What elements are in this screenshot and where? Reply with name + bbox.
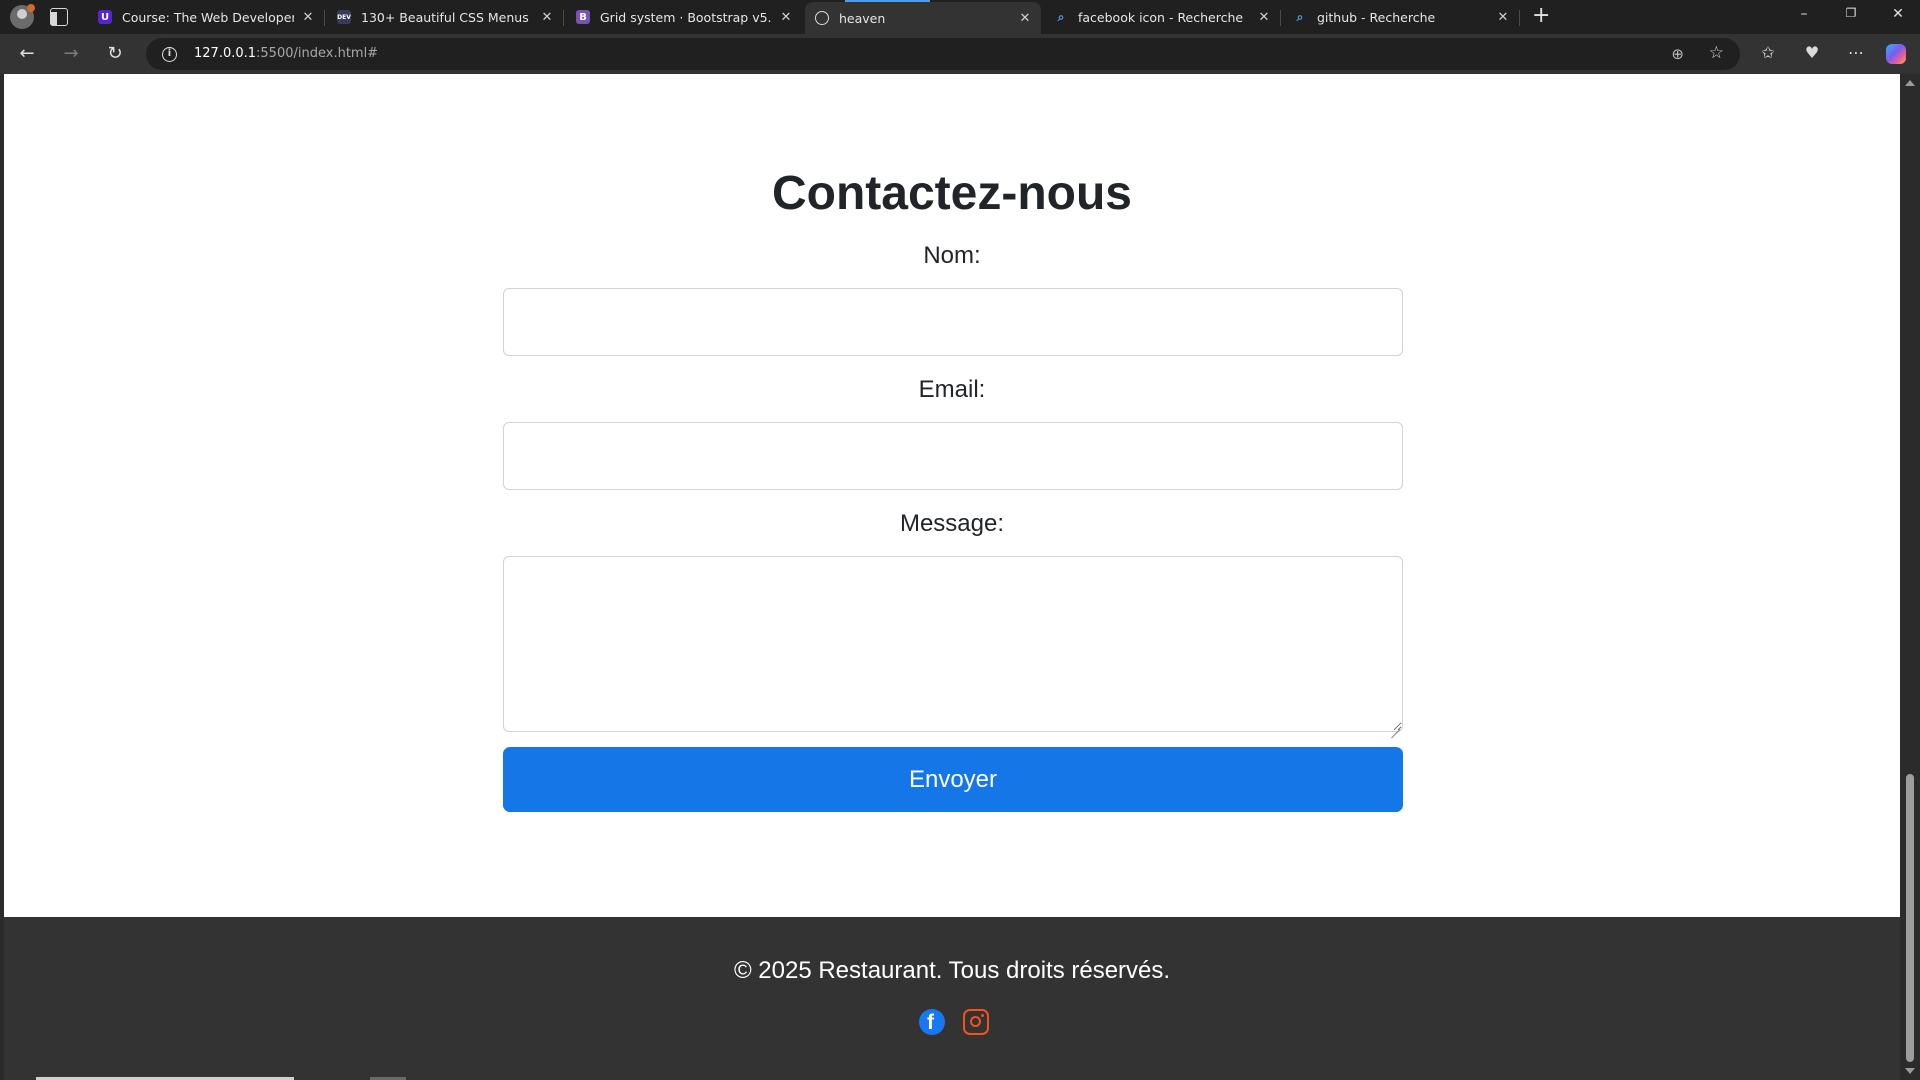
submit-button[interactable]: Envoyer bbox=[503, 747, 1403, 812]
close-icon[interactable]: ✕ bbox=[778, 10, 794, 25]
facebook-icon[interactable]: f bbox=[919, 1009, 945, 1035]
tab-separator bbox=[1519, 10, 1520, 26]
close-icon[interactable]: ✕ bbox=[1256, 10, 1272, 25]
name-input[interactable] bbox=[503, 288, 1403, 356]
tab-title: 130+ Beautiful CSS Menus (Free Code + De… bbox=[361, 9, 533, 25]
tab-bootstrap[interactable]: B Grid system · Bootstrap v5.3 ✕ bbox=[566, 2, 802, 32]
url-host: 127.0.0.1 bbox=[194, 46, 257, 61]
minimize-icon[interactable]: – bbox=[1794, 6, 1814, 22]
message-label: Message: bbox=[899, 510, 1005, 537]
name-label: Nom: bbox=[923, 242, 981, 269]
tab-heaven[interactable]: heaven ✕ bbox=[805, 0, 1041, 34]
message-textarea[interactable] bbox=[503, 556, 1403, 732]
close-icon[interactable]: ✕ bbox=[1017, 11, 1033, 26]
url-text[interactable]: 127.0.0.1:5500/index.html# bbox=[194, 46, 378, 61]
copilot-icon[interactable] bbox=[1886, 44, 1906, 64]
contact-section: Contactez-nous Nom: Email: Message: Envo… bbox=[4, 74, 1900, 917]
restore-icon[interactable]: ❐ bbox=[1841, 6, 1861, 20]
page-scrollbar[interactable] bbox=[1900, 74, 1920, 1080]
more-options-icon[interactable]: ⋯ bbox=[1845, 43, 1867, 62]
tab-facebook-search[interactable]: ⌕ facebook icon - Recherche ✕ bbox=[1044, 2, 1281, 32]
page-viewport: Contactez-nous Nom: Email: Message: Envo… bbox=[0, 74, 1920, 1080]
close-icon[interactable]: ✕ bbox=[300, 10, 316, 25]
tab-title: facebook icon - Recherche bbox=[1078, 9, 1244, 25]
tab-title: Grid system · Bootstrap v5.3 bbox=[600, 9, 772, 25]
reload-icon[interactable]: ↻ bbox=[104, 43, 126, 65]
search-icon: ⌕ bbox=[1296, 9, 1304, 24]
browser-tab-strip: U Course: The Web Developer Bootcamp ✕ D… bbox=[0, 0, 1920, 34]
tab-github-search[interactable]: ⌕ github - Recherche ✕ bbox=[1283, 2, 1520, 32]
email-input[interactable] bbox=[503, 422, 1403, 490]
close-icon[interactable]: ✕ bbox=[1495, 10, 1511, 25]
search-icon: ⌕ bbox=[1057, 9, 1065, 24]
footer-copyright: © 2025 Restaurant. Tous droits réservés. bbox=[733, 957, 1171, 984]
new-tab-icon[interactable]: + bbox=[1532, 5, 1550, 27]
tab-actions-icon[interactable] bbox=[50, 8, 68, 26]
forward-icon[interactable]: → bbox=[60, 43, 82, 65]
email-label: Email: bbox=[918, 376, 986, 403]
dev-icon: DEV bbox=[337, 10, 351, 24]
page-title: Contactez-nous bbox=[772, 167, 1132, 220]
address-bar[interactable]: i 127.0.0.1:5500/index.html# ⊕ ☆ bbox=[146, 38, 1740, 70]
scrollbar-thumb[interactable] bbox=[1906, 774, 1914, 1062]
tab-title: Course: The Web Developer Bootcamp bbox=[122, 9, 294, 25]
active-tab-indicator bbox=[845, 0, 930, 2]
window-close-icon[interactable]: ✕ bbox=[1888, 6, 1908, 22]
browser-essentials-icon[interactable]: ♥ bbox=[1801, 43, 1823, 62]
scroll-up-arrow-icon[interactable] bbox=[1905, 80, 1915, 86]
tab-css-menus[interactable]: DEV 130+ Beautiful CSS Menus (Free Code … bbox=[327, 2, 564, 32]
udemy-icon: U bbox=[98, 10, 112, 24]
globe-icon bbox=[815, 11, 829, 25]
tab-udemy[interactable]: U Course: The Web Developer Bootcamp ✕ bbox=[88, 2, 325, 32]
back-icon[interactable]: ← bbox=[16, 43, 38, 65]
browser-toolbar: ← → ↻ i 127.0.0.1:5500/index.html# ⊕ ☆ ✩… bbox=[0, 34, 1920, 74]
tab-title: github - Recherche bbox=[1317, 9, 1436, 25]
textarea-resize-handle[interactable] bbox=[1390, 720, 1400, 730]
instagram-icon[interactable] bbox=[963, 1009, 989, 1035]
favorites-icon[interactable]: ✩ bbox=[1757, 43, 1779, 62]
tab-title: heaven bbox=[839, 10, 886, 26]
close-icon[interactable]: ✕ bbox=[539, 10, 555, 25]
scroll-down-arrow-icon[interactable] bbox=[1905, 1068, 1915, 1074]
footer: © 2025 Restaurant. Tous droits réservés.… bbox=[4, 917, 1900, 1080]
tab-separator bbox=[563, 10, 564, 26]
zoom-icon[interactable]: ⊕ bbox=[1671, 45, 1684, 63]
favorite-star-icon[interactable]: ☆ bbox=[1709, 43, 1724, 63]
url-path: :5500/index.html# bbox=[256, 46, 379, 61]
tab-separator bbox=[324, 10, 325, 26]
notification-dot bbox=[27, 4, 35, 12]
bootstrap-icon: B bbox=[576, 10, 590, 24]
tab-separator bbox=[1280, 10, 1281, 26]
profile-avatar[interactable] bbox=[10, 4, 35, 29]
site-info-icon[interactable]: i bbox=[162, 47, 177, 62]
